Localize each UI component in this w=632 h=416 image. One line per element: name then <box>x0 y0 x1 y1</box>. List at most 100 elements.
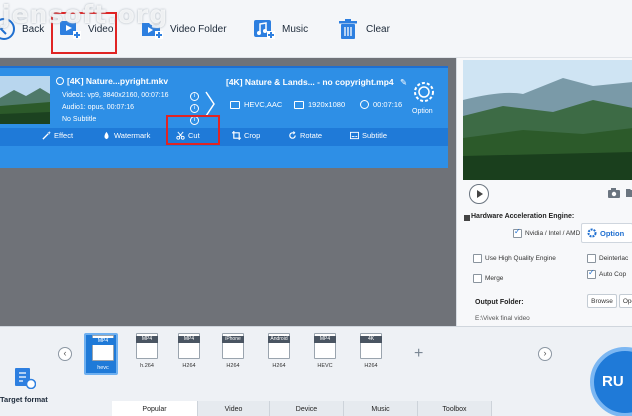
format-codec: H264 <box>272 363 286 369</box>
high-quality-label: Use High Quality Engine <box>485 255 556 262</box>
codec-icon <box>230 100 240 109</box>
output-folder-path: E:\Vivek final video <box>475 315 530 322</box>
add-video-folder-button[interactable]: Video Folder <box>140 14 227 44</box>
output-file-title[interactable]: [4K] Nature & Lands... - no copyright.mp… <box>226 77 407 88</box>
add-music-button[interactable]: Music <box>252 14 308 44</box>
info-icon <box>56 77 64 85</box>
music-label: Music <box>282 23 309 35</box>
effect-button[interactable]: Effect <box>42 131 73 140</box>
video-task-card[interactable]: [4K] Nature...pyright.mkv Video1: vp9, 3… <box>0 66 448 168</box>
format-item[interactable]: 4K H264 <box>354 333 388 375</box>
format-tag: MP4 <box>314 336 336 343</box>
deinterlace-label: Deinterlac <box>599 255 629 262</box>
audio-stream-info: Audio1: opus, 00:07:16 <box>62 104 135 111</box>
effect-label: Effect <box>54 131 74 140</box>
rotate-button[interactable]: Rotate <box>288 131 322 140</box>
auto-copy-checkbox[interactable] <box>587 268 596 279</box>
hw-option-button[interactable]: Option <box>581 223 632 243</box>
video-folder-label: Video Folder <box>170 23 227 35</box>
duration-info: 00:07:16 <box>360 100 402 109</box>
preview-controls <box>463 182 632 206</box>
folder-icon[interactable] <box>625 187 632 199</box>
format-strip: MP4 hevc MP4 h.264 MP4 H264 iPhone H264 … <box>68 327 530 387</box>
nvidia-checkbox[interactable] <box>513 227 522 238</box>
video-stream-info-icon[interactable]: i <box>190 92 199 101</box>
audio-stream-info-icon[interactable]: i <box>190 104 199 113</box>
format-category-tabs: Popular Video Device Music Toolbox <box>112 401 492 416</box>
task-list-area: [4K] Nature...pyright.mkv Video1: vp9, 3… <box>0 58 456 326</box>
subtitle-button[interactable]: Subtitle <box>350 131 387 140</box>
nvidia-label: Nvidia / Intel / AMD <box>525 230 581 237</box>
merge-label: Merge <box>485 275 504 282</box>
tab-device[interactable]: Device <box>270 401 344 416</box>
chip-icon <box>464 215 470 221</box>
codec-label: HEVC,AAC <box>244 100 283 109</box>
crop-button[interactable]: Crop <box>232 131 260 140</box>
watermark-icon <box>104 131 109 140</box>
duration-label: 00:07:16 <box>373 100 403 109</box>
clock-icon <box>360 100 369 109</box>
music-icon <box>254 20 275 39</box>
resolution-info: 1920x1080 <box>294 100 345 109</box>
format-tag: Android <box>268 336 290 343</box>
run-button[interactable]: RU <box>590 347 632 416</box>
add-format-plus-icon[interactable]: + <box>414 345 423 363</box>
resolution-icon <box>294 100 304 109</box>
tab-toolbox[interactable]: Toolbox <box>418 401 492 416</box>
format-item[interactable]: Android H264 <box>262 333 296 375</box>
play-button[interactable] <box>469 184 489 204</box>
high-quality-checkbox[interactable] <box>473 254 482 263</box>
format-item[interactable]: iPhone H264 <box>216 333 250 375</box>
play-icon <box>477 190 483 198</box>
tab-music[interactable]: Music <box>344 401 418 416</box>
camera-icon[interactable] <box>607 187 621 199</box>
format-item[interactable]: MP4 hevc <box>84 333 118 375</box>
target-format-icon <box>15 368 36 389</box>
edit-pencil-icon[interactable]: ✎ <box>400 77 407 87</box>
hw-accel-title: Hardware Acceleration Engine: <box>471 213 575 220</box>
open-button[interactable]: Ope <box>619 294 632 308</box>
back-button[interactable]: Back <box>0 14 44 44</box>
video-stream-info: Video1: vp9, 3840x2160, 00:07:16 <box>62 92 169 99</box>
crop-icon <box>232 131 241 140</box>
output-folder-label: Output Folder: <box>475 299 524 306</box>
rotate-label: Rotate <box>300 131 323 140</box>
source-file-title: [4K] Nature...pyright.mkv <box>56 76 168 86</box>
watermark-label: Watermark <box>114 131 151 140</box>
merge-checkbox[interactable] <box>473 274 482 283</box>
format-codec: h.264 <box>140 363 154 369</box>
watermark-button[interactable]: Watermark <box>102 131 150 140</box>
hw-option-label: Option <box>600 228 625 238</box>
video-highlight-box <box>51 12 117 54</box>
toolbar: Back Video Video Folder Music Clear <box>0 0 632 58</box>
format-item[interactable]: MP4 H264 <box>172 333 206 375</box>
format-tag: MP4 <box>136 336 158 343</box>
tab-video[interactable]: Video <box>198 401 270 416</box>
trash-icon <box>339 19 357 39</box>
output-file-name: [4K] Nature & Lands... - no copyright.mp… <box>226 77 394 87</box>
edit-toolbar: Effect Watermark Cut Crop Rotate Subtitl… <box>0 128 448 146</box>
browse-button[interactable]: Browse <box>587 294 617 308</box>
deinterlace-checkbox[interactable] <box>587 254 596 263</box>
back-arrow-icon <box>0 18 15 40</box>
clear-label: Clear <box>366 23 390 35</box>
format-codec: H264 <box>182 363 196 369</box>
clear-button[interactable]: Clear <box>336 14 390 44</box>
cut-highlight-box <box>166 115 220 145</box>
format-tag: MP4 <box>92 338 114 345</box>
format-item[interactable]: MP4 HEVC <box>308 333 342 375</box>
preview-video <box>463 60 632 180</box>
codec-option-gear-icon[interactable] <box>412 80 436 104</box>
format-codec: H264 <box>226 363 240 369</box>
format-tag: iPhone <box>222 336 244 343</box>
codec-option-label[interactable]: Option <box>412 108 433 115</box>
format-tag: 4K <box>360 336 382 343</box>
format-item[interactable]: MP4 h.264 <box>130 333 164 375</box>
back-label: Back <box>22 23 45 35</box>
subtitle-icon <box>350 131 359 140</box>
crop-label: Crop <box>244 131 261 140</box>
tab-popular[interactable]: Popular <box>112 401 198 416</box>
next-formats-button[interactable]: › <box>538 347 552 361</box>
auto-copy-label: Auto Cop <box>599 271 627 278</box>
format-tag: MP4 <box>178 336 200 343</box>
